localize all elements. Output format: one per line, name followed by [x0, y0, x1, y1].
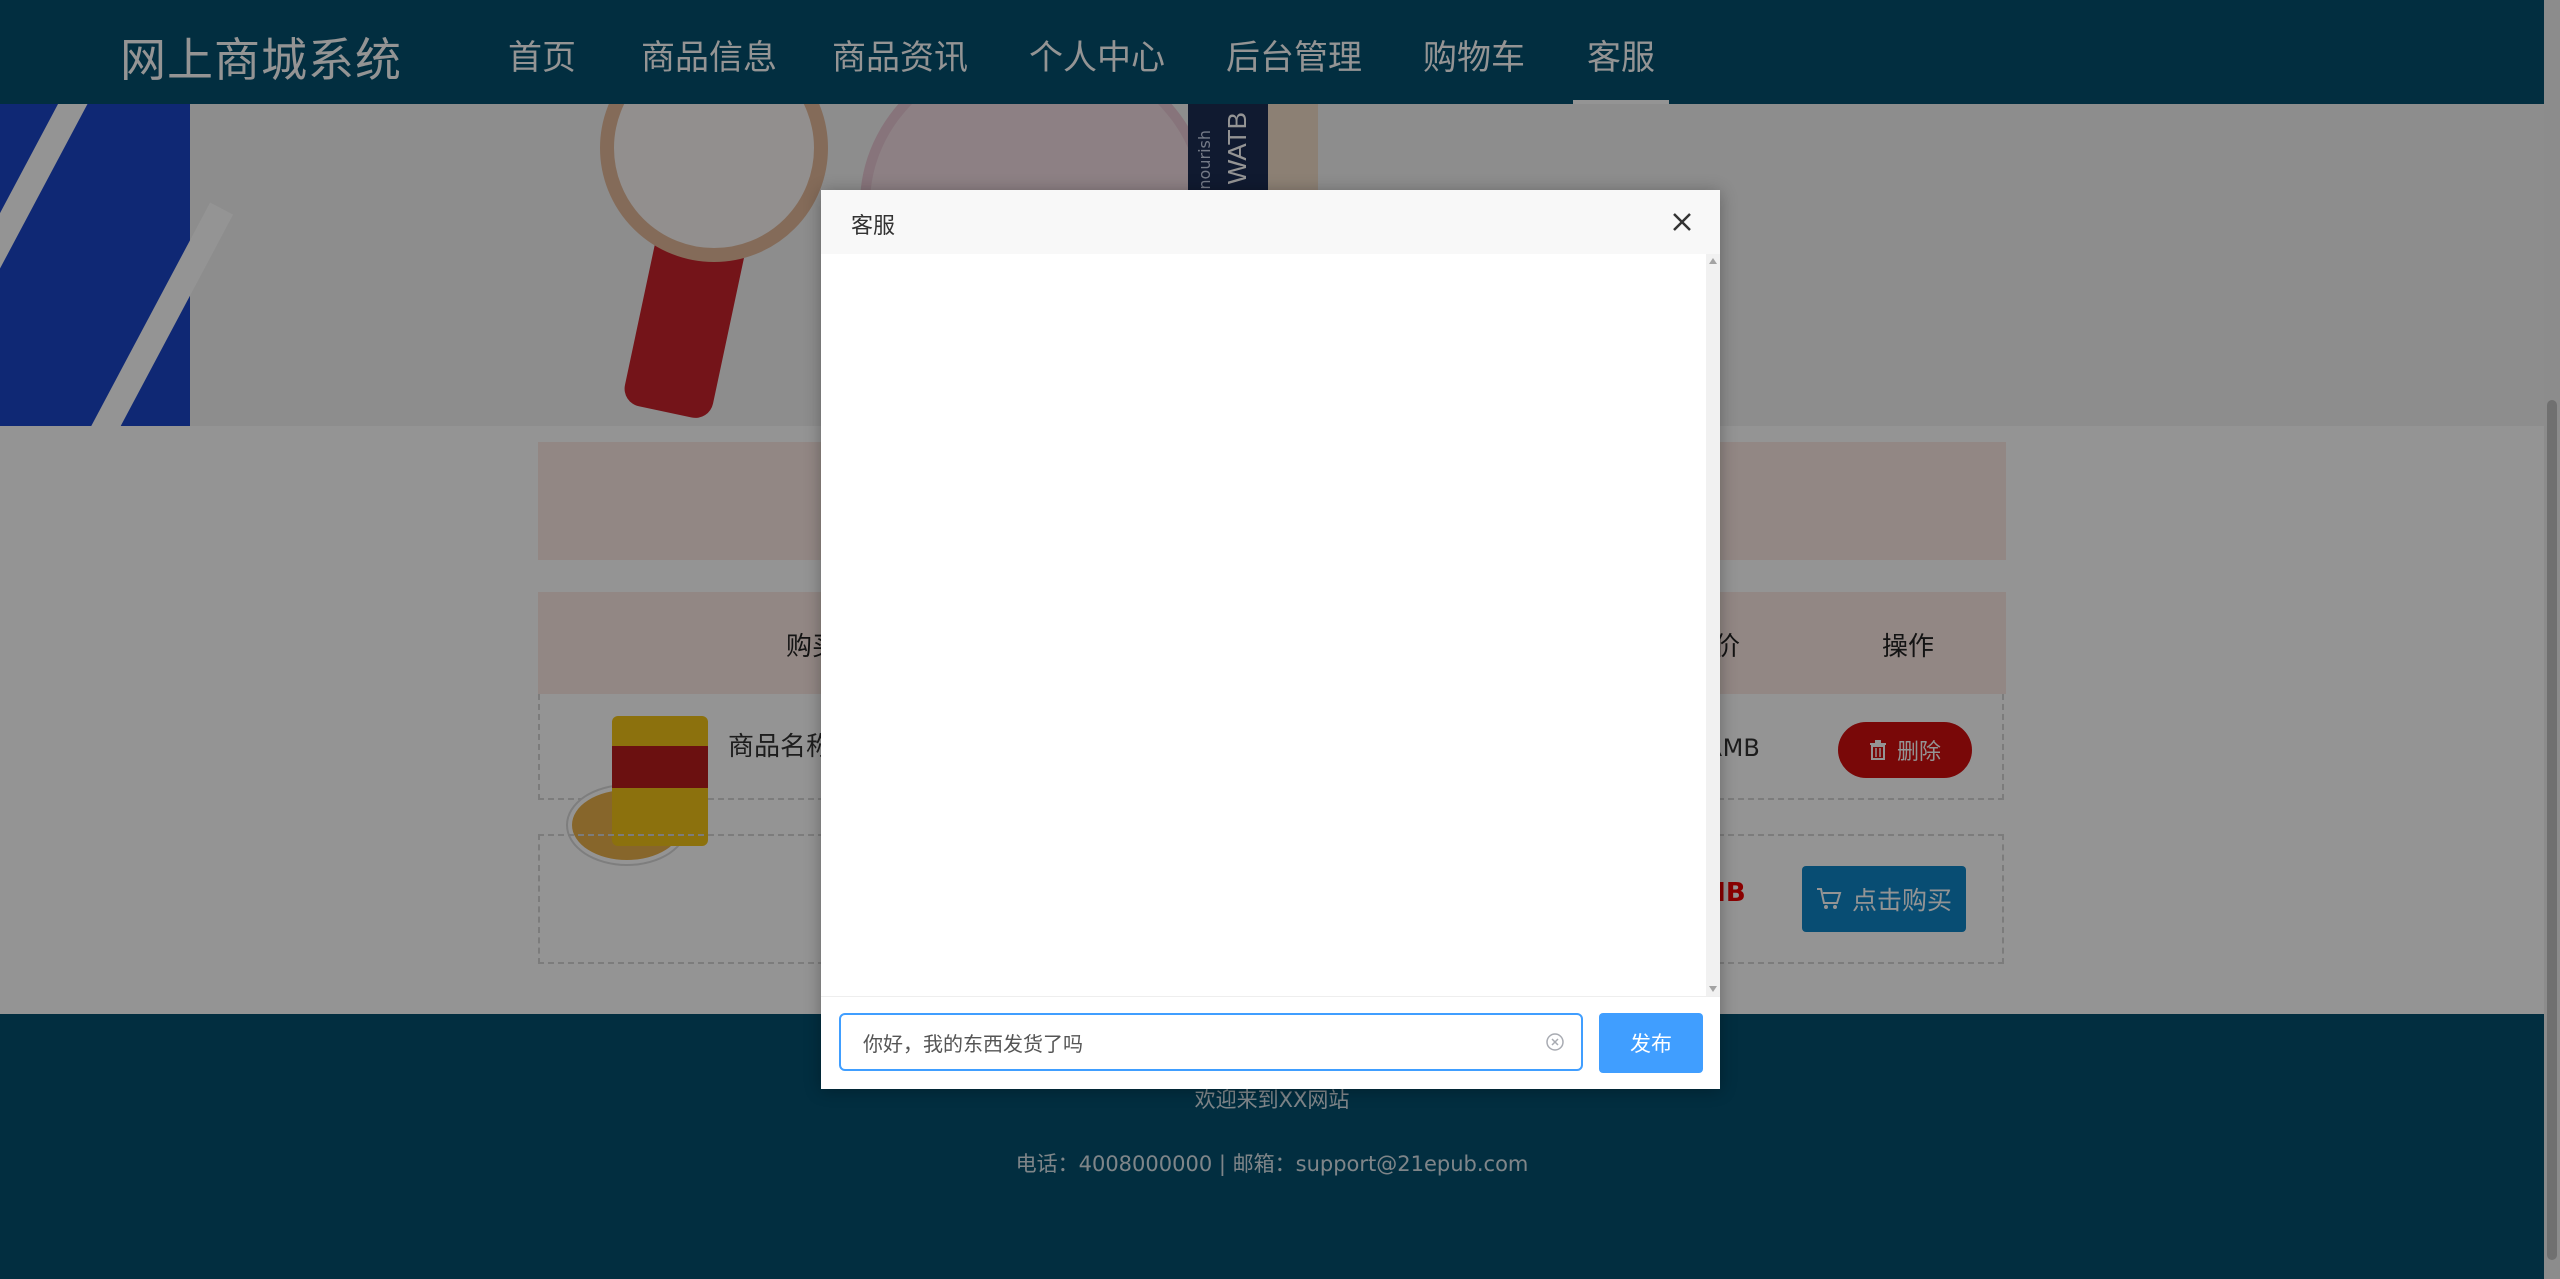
- dialog-title: 客服: [851, 214, 896, 239]
- clear-icon[interactable]: [1545, 1032, 1565, 1052]
- dialog-header: 客服: [821, 190, 1720, 255]
- chat-message-area[interactable]: [821, 254, 1720, 996]
- scroll-up-arrow-icon[interactable]: [1709, 258, 1717, 264]
- close-icon: [1673, 213, 1691, 231]
- scroll-down-arrow-icon[interactable]: [1709, 986, 1717, 992]
- close-button[interactable]: [1664, 204, 1700, 240]
- customer-service-dialog: 客服 发布: [821, 190, 1720, 1089]
- chat-scrollbar[interactable]: [1706, 254, 1720, 996]
- dialog-footer: 发布: [821, 996, 1720, 1089]
- publish-button[interactable]: 发布: [1599, 1013, 1703, 1073]
- message-input[interactable]: [839, 1013, 1583, 1071]
